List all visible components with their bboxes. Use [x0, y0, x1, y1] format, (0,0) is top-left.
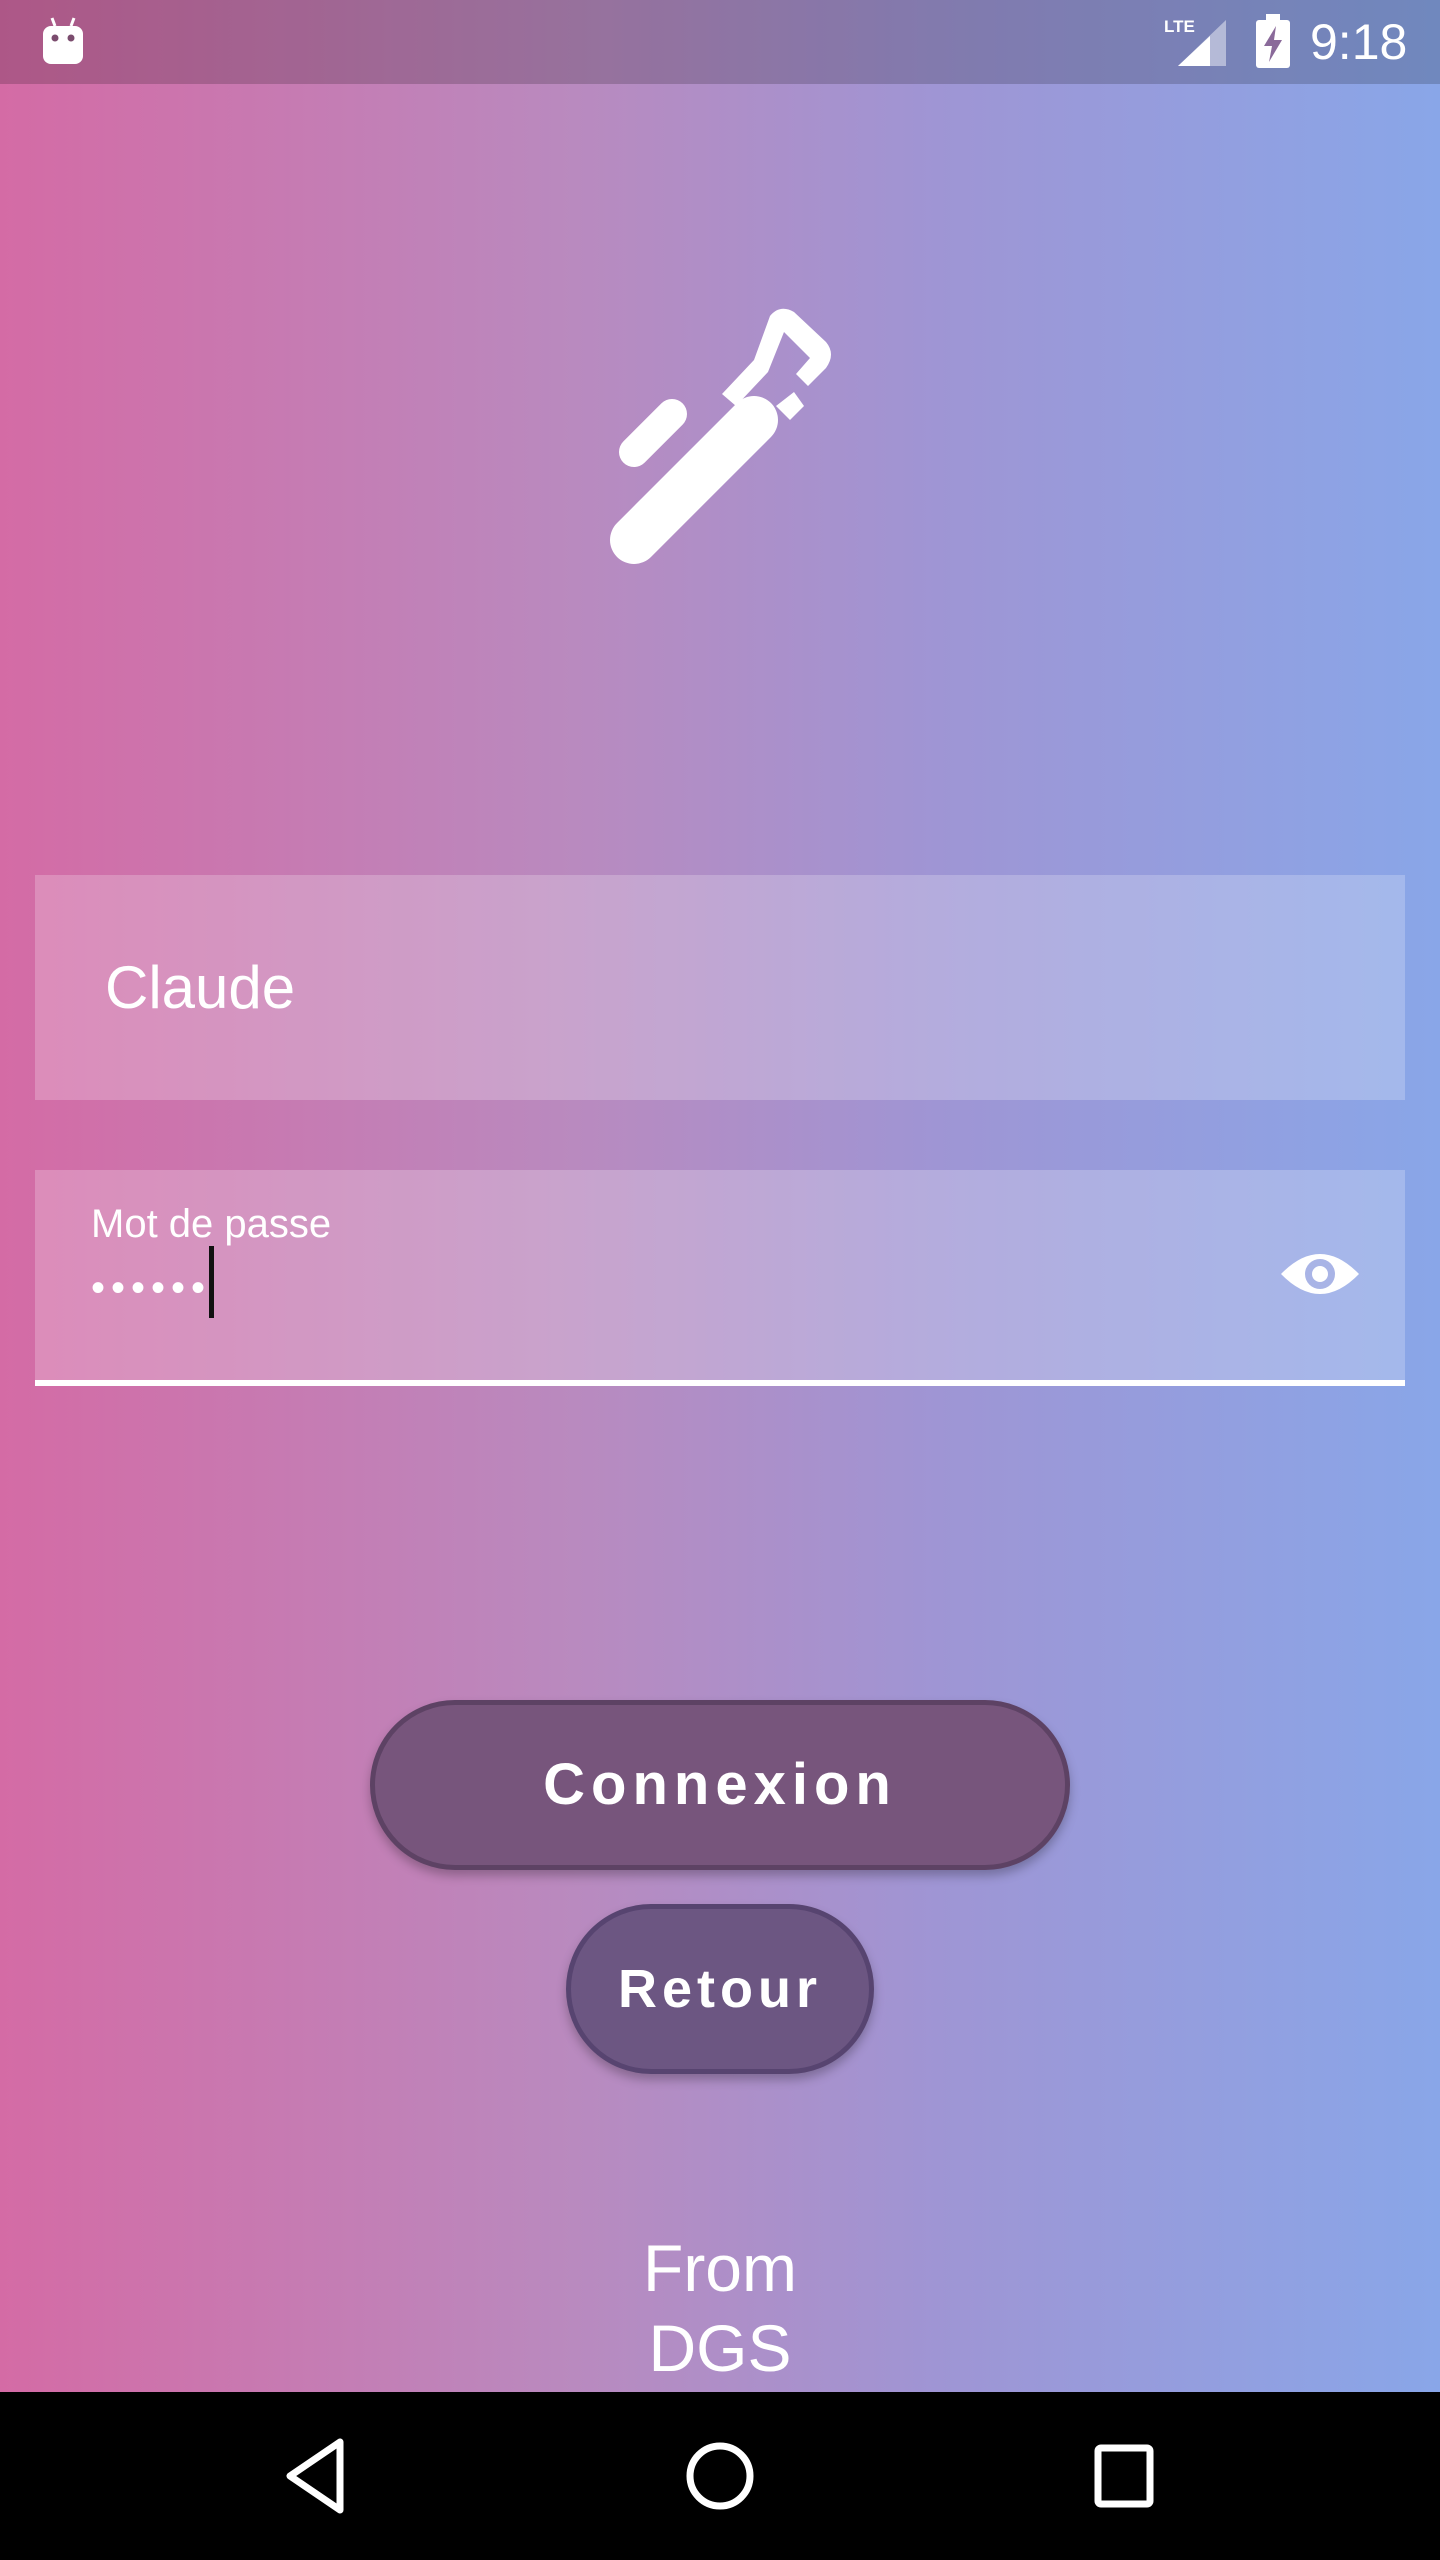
- retour-button[interactable]: Retour: [566, 1904, 874, 2074]
- status-bar: LTE 9:18: [0, 0, 1440, 84]
- eye-icon[interactable]: [1279, 1246, 1361, 1302]
- back-icon[interactable]: [284, 2436, 346, 2516]
- text-cursor: [209, 1246, 214, 1318]
- home-icon[interactable]: [684, 2436, 756, 2516]
- password-value: ••••••: [91, 1266, 212, 1310]
- footer-from-text: From: [643, 2231, 797, 2305]
- password-label: Mot de passe: [91, 1202, 332, 1246]
- lte-label: LTE: [1164, 17, 1195, 36]
- battery-charging-icon: [1256, 14, 1290, 68]
- connexion-button[interactable]: Connexion: [370, 1700, 1070, 1870]
- footer-brand-text: DGS: [648, 2311, 792, 2385]
- lte-signal-icon: LTE: [1164, 17, 1226, 66]
- android-icon: [43, 17, 83, 64]
- status-time: 9:18: [1310, 14, 1408, 70]
- pipe-wrench-icon: [610, 308, 831, 564]
- username-field[interactable]: Claude: [35, 875, 1405, 1100]
- login-screen: LTE 9:18 Claude Mot de passe •••••• Conn…: [0, 0, 1440, 2560]
- password-field[interactable]: Mot de passe ••••••: [35, 1170, 1405, 1386]
- username-value: Claude: [105, 954, 296, 1021]
- navigation-bar: [0, 2392, 1440, 2560]
- recent-apps-icon[interactable]: [1094, 2440, 1154, 2512]
